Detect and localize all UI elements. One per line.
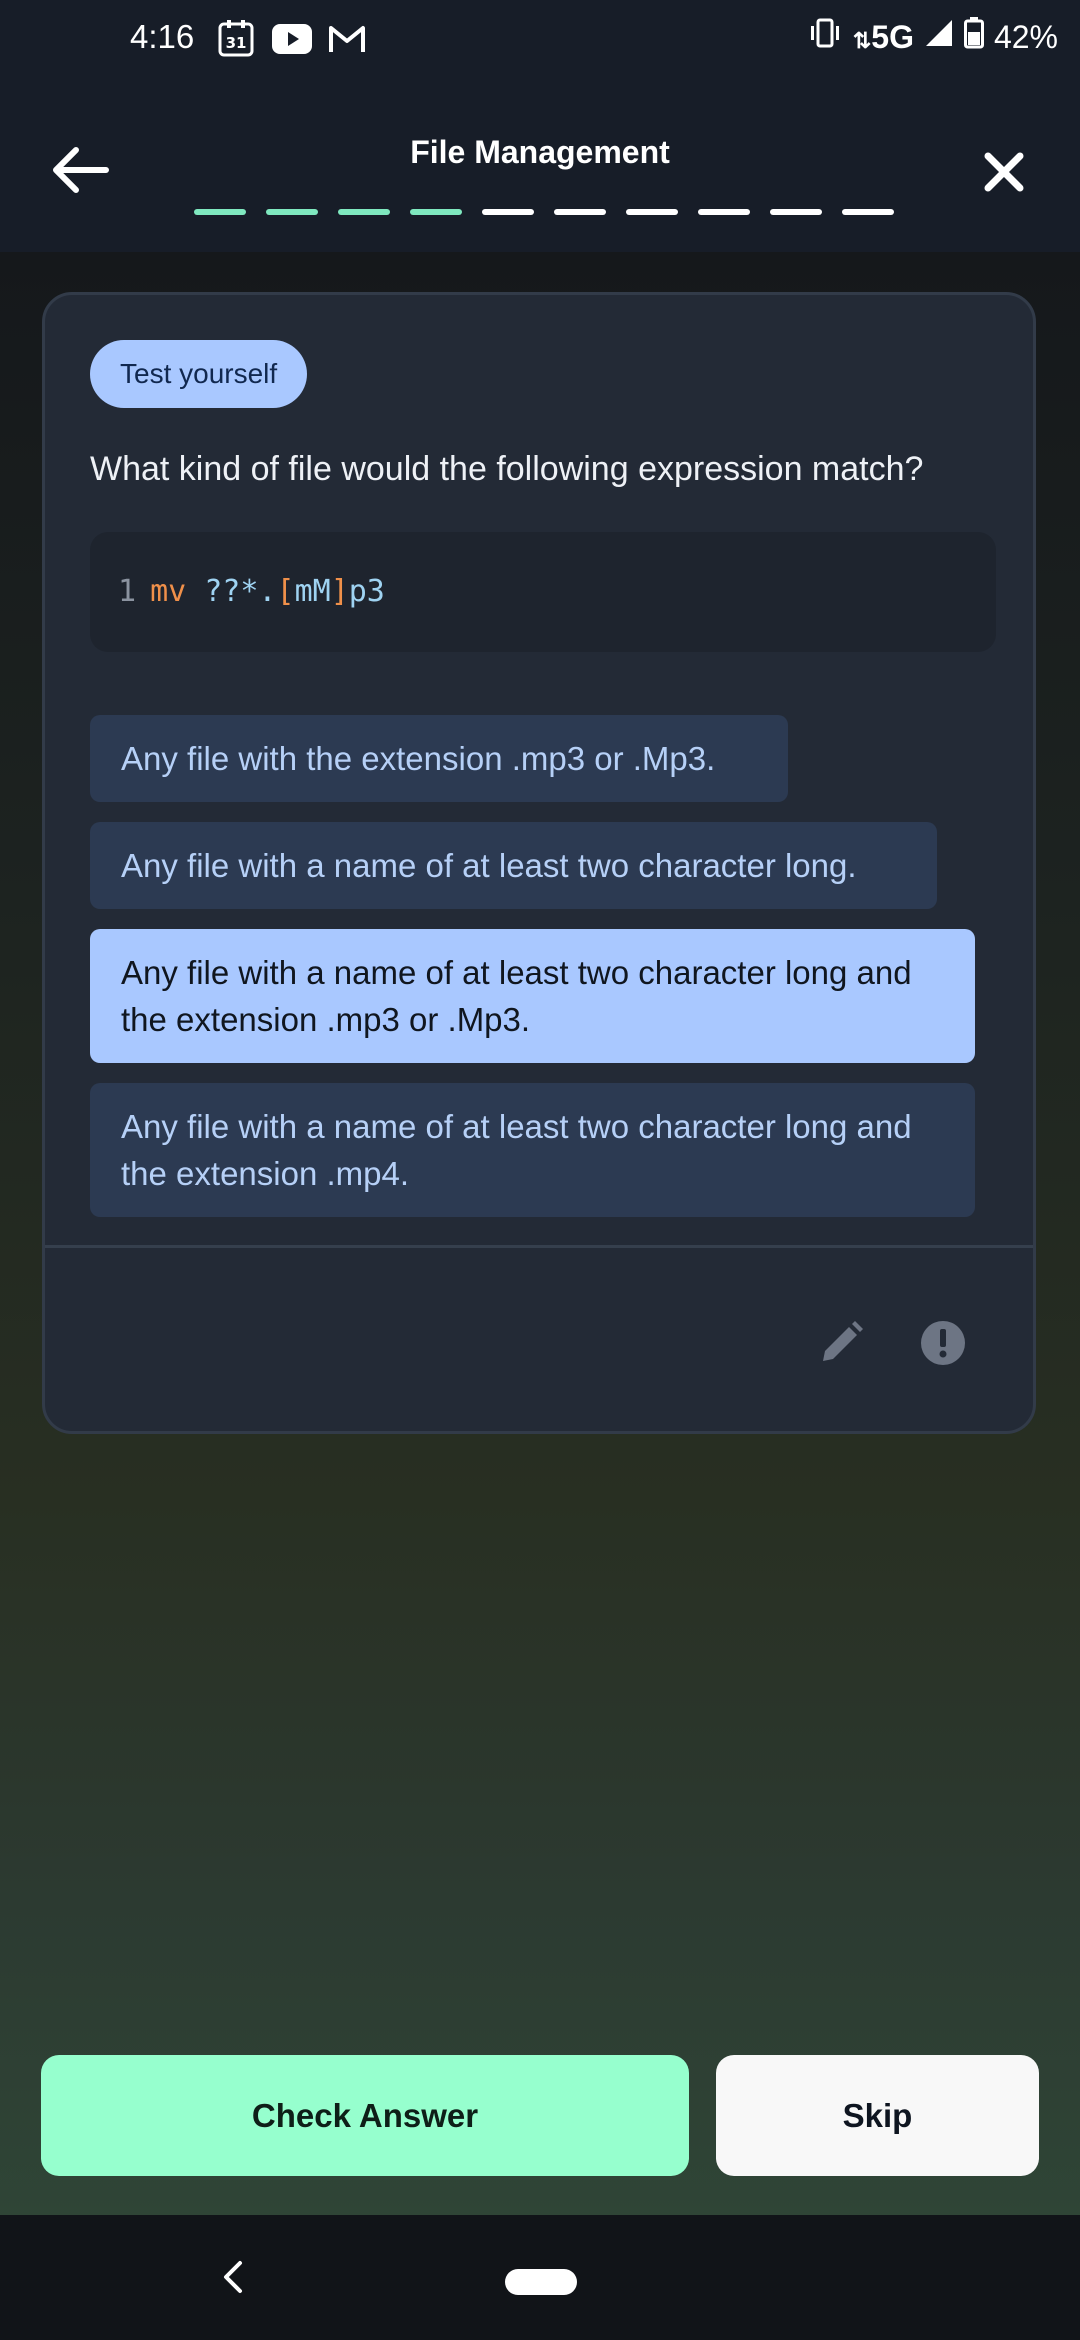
question-card: Test yourself What kind of file would th… [42, 292, 1036, 1434]
system-back-button[interactable] [216, 2257, 252, 2297]
code-glob: ??*. [204, 574, 277, 609]
close-icon [984, 152, 1024, 192]
answer-option-text: Any file with a name of at least two cha… [121, 954, 912, 1038]
report-issue-button[interactable] [919, 1319, 967, 1367]
progress-segment [626, 209, 678, 215]
check-answer-button[interactable]: Check Answer [41, 2055, 689, 2176]
card-divider [45, 1245, 1033, 1248]
edit-button[interactable] [815, 1317, 867, 1369]
close-button[interactable] [976, 144, 1032, 200]
answer-option[interactable]: Any file with the extension .mp3 or .Mp3… [90, 715, 788, 802]
skip-button[interactable]: Skip [716, 2055, 1039, 2176]
gmail-icon [328, 24, 366, 59]
top-app-bar: File Management [0, 84, 1080, 252]
answer-option-text: Any file with the extension .mp3 or .Mp3… [121, 740, 716, 777]
data-arrows-icon: ⇅ [852, 27, 872, 53]
test-yourself-badge: Test yourself [90, 340, 308, 408]
progress-segment [194, 209, 246, 215]
answer-option[interactable]: Any file with a name of at least two cha… [90, 1083, 975, 1217]
system-nav-bar [0, 2215, 1080, 2340]
progress-segment [770, 209, 822, 215]
progress-segment [482, 209, 534, 215]
calendar-day: 31 [226, 34, 247, 52]
pencil-icon [823, 1321, 863, 1361]
code-block: 1 mv ??*.[mM]p3 [90, 532, 996, 652]
status-bar: 4:16 31 ⇅5G 42% [0, 0, 1080, 84]
vibrate-icon [807, 17, 843, 57]
progress-segment [338, 209, 390, 215]
chevron-left-icon [224, 2261, 242, 2293]
network-type: ⇅5G [853, 19, 914, 56]
code-bracket-close: ] [330, 574, 349, 609]
code-command: mv [150, 574, 187, 609]
answer-options: Any file with the extension .mp3 or .Mp3… [90, 715, 975, 1237]
question-text: What kind of file would the following ex… [90, 450, 924, 488]
answer-option[interactable]: Any file with a name of at least two cha… [90, 929, 975, 1063]
code-bracket-open: [ [276, 574, 295, 609]
code-suffix: p3 [348, 574, 385, 609]
status-time: 4:16 [130, 18, 195, 55]
network-label: 5G [871, 18, 914, 55]
calendar-icon: 31 [218, 19, 254, 62]
answer-option-text: Any file with a name of at least two cha… [121, 847, 857, 884]
youtube-icon [272, 24, 312, 59]
battery-percent: 42% [993, 18, 1058, 55]
progress-segment [554, 209, 606, 215]
lesson-progress [194, 209, 894, 215]
progress-segment [410, 209, 462, 215]
answer-option-text: Any file with a name of at least two cha… [121, 1108, 912, 1192]
progress-segment [842, 209, 894, 215]
battery-icon [963, 17, 984, 57]
progress-segment [698, 209, 750, 215]
progress-segment [266, 209, 318, 215]
code-bracket-content: mM [294, 574, 331, 609]
page-title: File Management [410, 134, 670, 170]
signal-icon [924, 18, 954, 56]
code-line-number: 1 [118, 574, 137, 609]
home-handle[interactable] [505, 2269, 577, 2295]
answer-option[interactable]: Any file with a name of at least two cha… [90, 822, 937, 909]
alert-icon [921, 1321, 965, 1365]
status-right-group: ⇅5G 42% [807, 17, 1058, 57]
